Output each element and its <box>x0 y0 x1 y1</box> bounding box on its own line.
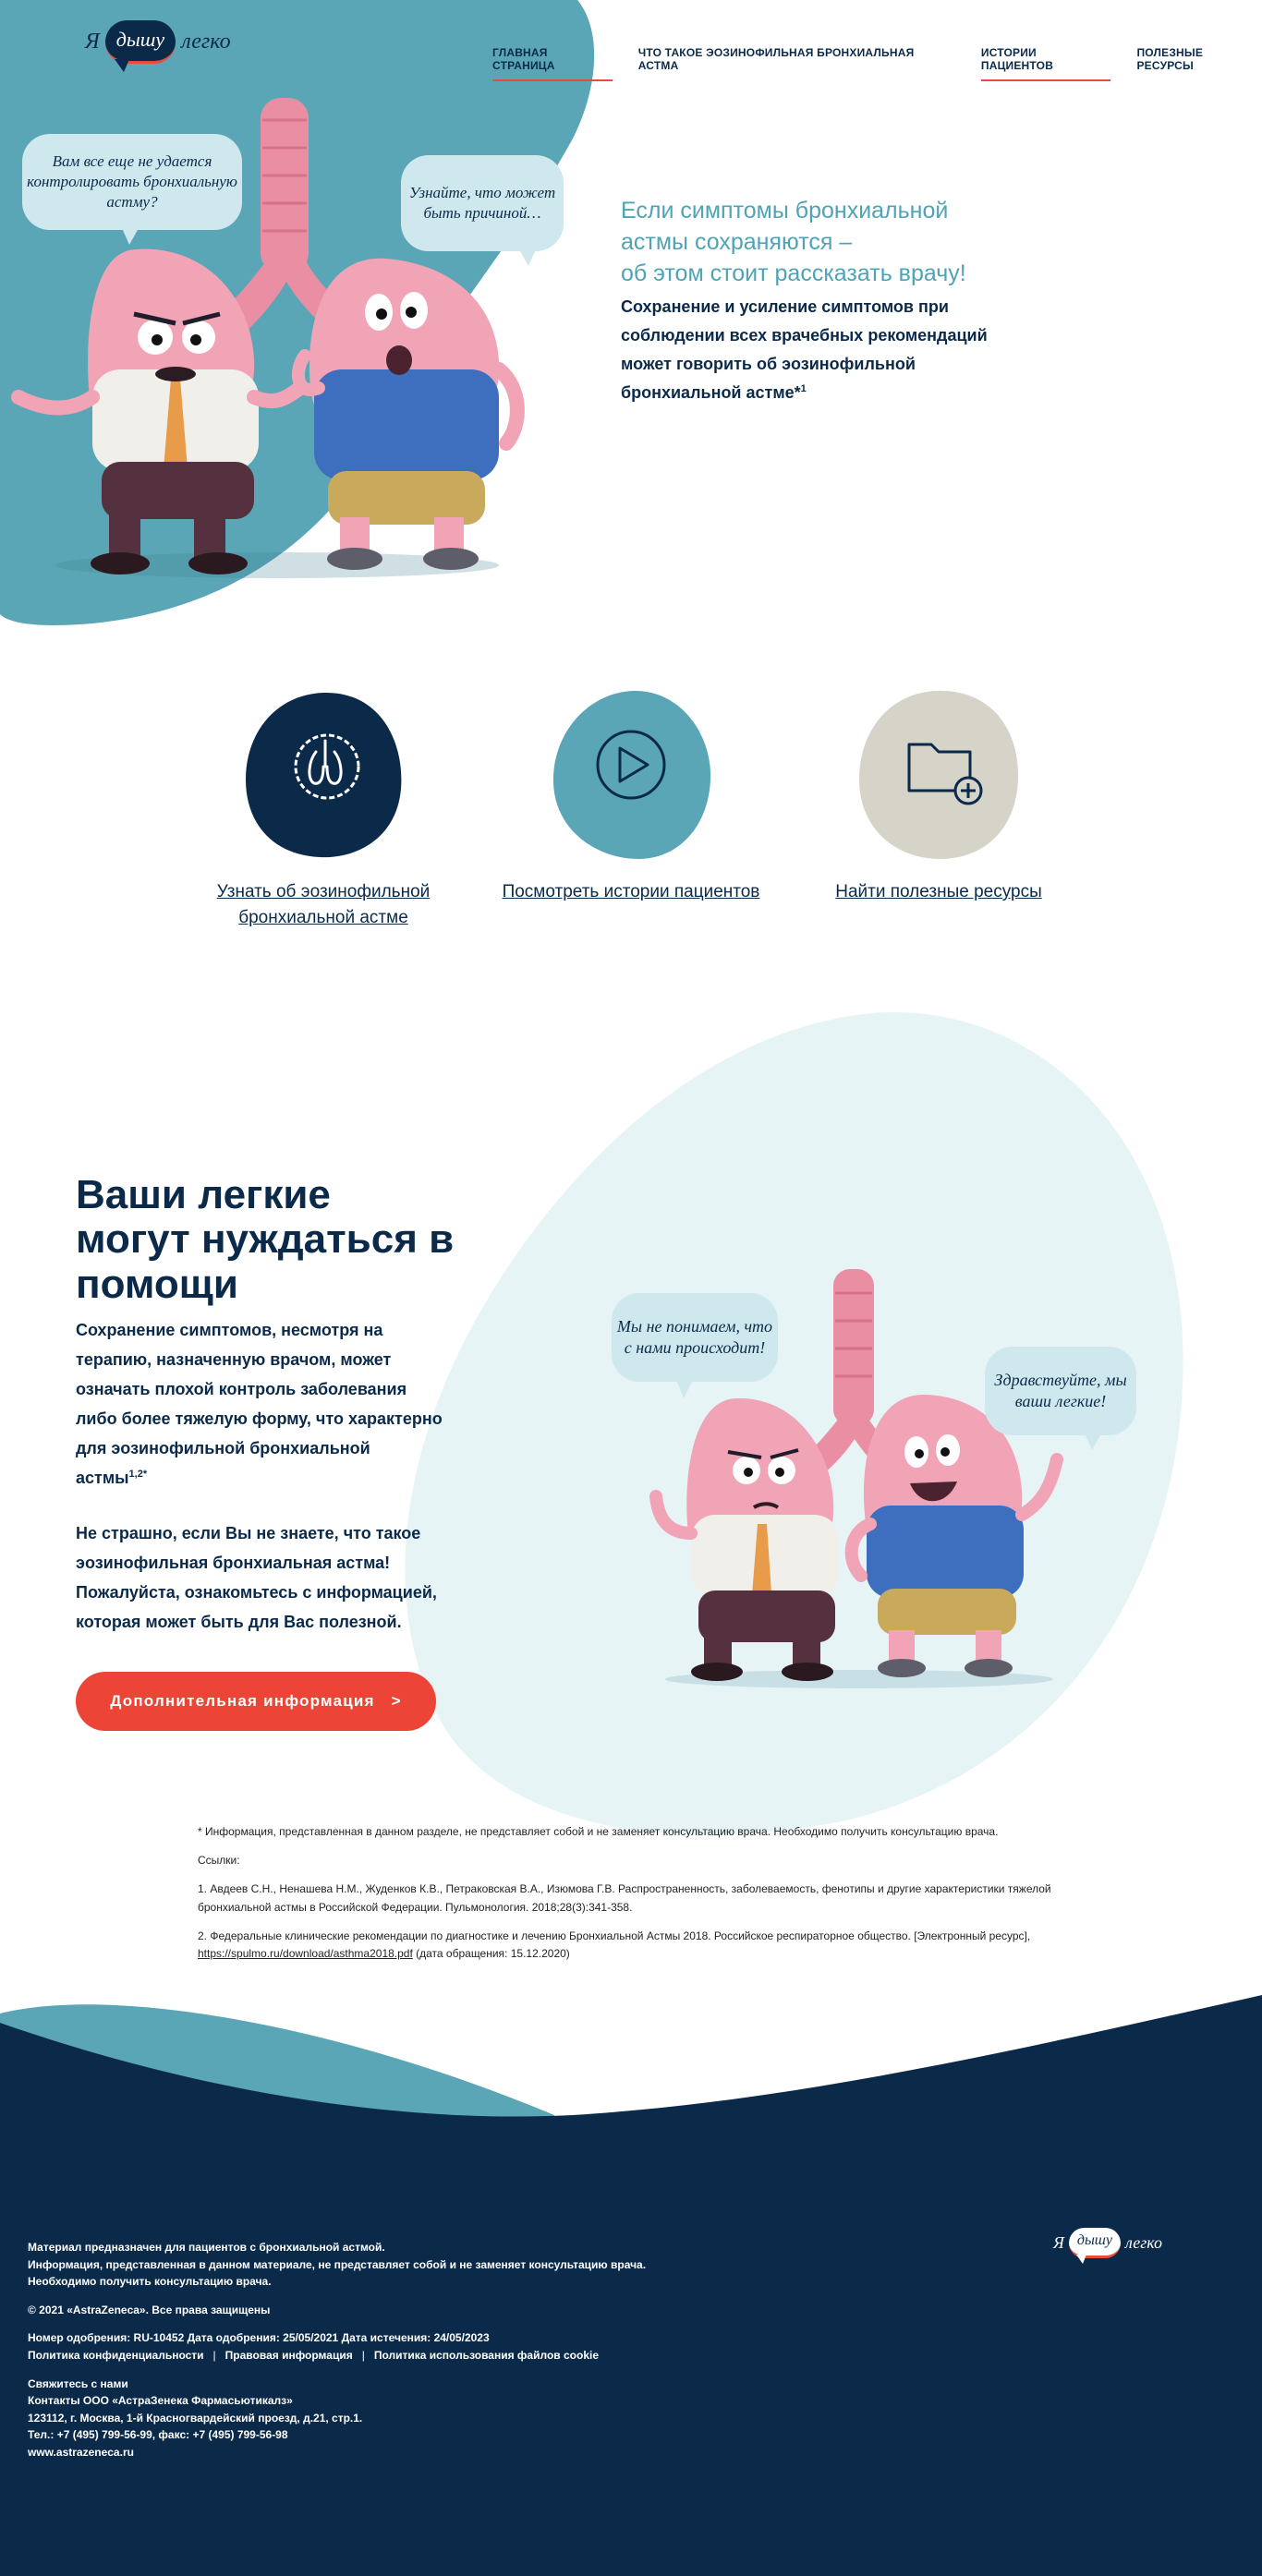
feature-asthma-link[interactable]: Узнать об эозинофильной бронхиальной аст… <box>185 879 462 930</box>
feature-asthma[interactable]: Узнать об эозинофильной бронхиальной аст… <box>185 687 462 930</box>
hero-body-line: соблюдении всех врачебных рекомендаций <box>621 326 988 345</box>
help-title-line: могут нуждаться в <box>76 1216 455 1263</box>
help-text: Сохранение симптомов, несмотря на терапи… <box>76 1315 445 1637</box>
footer-logo[interactable]: Я дышу легко <box>1053 2228 1162 2264</box>
footer-link-separator: | <box>212 2348 216 2362</box>
footer-contact-site[interactable]: www.astrazeneca.ru <box>28 2444 674 2461</box>
footer-copyright: © 2021 «AstraZeneca». Все права защищены <box>28 2303 271 2316</box>
help-speech-left-text: Мы не понимаем, что с нами происходит! <box>616 1316 773 1357</box>
hero-text: Если симптомы бронхиальной астмы сохраня… <box>621 196 1009 407</box>
footer-logo-bubble: дышу <box>1068 2228 1121 2264</box>
hero-speech-left-text: Вам все еще не удается контролировать бр… <box>27 151 237 212</box>
hero-lead-line: об этом стоит рассказать врачу! <box>621 260 966 286</box>
reference-1: 1. Авдеев С.Н., Ненашева Н.М., Жуденков … <box>198 1882 1051 1914</box>
footnote-ref: 1,2* <box>128 1469 148 1481</box>
feature-links: Узнать об эозинофильной бронхиальной аст… <box>0 687 1262 937</box>
reference-2-tail: (дата обращения: 15.12.2020) <box>412 1946 570 1960</box>
feature-asthma-label-line: Узнать об эозинофильной <box>216 882 431 901</box>
logo-bubble: дышу <box>104 20 176 72</box>
footer-links: Политика конфиденциальности | Правовая и… <box>28 2347 674 2364</box>
play-icon <box>552 690 711 859</box>
hero-body-line-text: бронхиальной астме* <box>621 383 801 403</box>
footer-contact-phone: Тел.: +7 (495) 799-56-99, факс: +7 (495)… <box>28 2428 288 2442</box>
help-speech-right-text: Здравствуйте, мы ваши легкие! <box>994 1370 1127 1410</box>
footer-contact-company: Контакты ООО «АстраЗенека Фармасьютикалз… <box>28 2394 293 2408</box>
nav-patient-stories[interactable]: ИСТОРИИ ПАЦИЕНТОВ <box>980 46 1111 81</box>
hero-body: Сохранение и усиление симптомов при собл… <box>621 293 1009 407</box>
nav-resources[interactable]: ПОЛЕЗНЫЕ РЕСУРСЫ <box>1136 46 1262 81</box>
feature-resources-link[interactable]: Найти полезные ресурсы <box>800 879 1077 905</box>
footer-logo-legko: легко <box>1124 2233 1162 2252</box>
hero-body-line: может говорить об эозинофильной <box>621 355 916 374</box>
more-info-button[interactable]: Дополнительная информация > <box>76 1672 436 1731</box>
footer-line: Необходимо получить консультацию врача. <box>28 2275 272 2289</box>
footer-wave <box>0 1995 1262 2134</box>
hero-lead-line: астмы сохраняются – <box>621 228 853 255</box>
more-info-button-label: Дополнительная информация <box>110 1692 375 1710</box>
feature-stories[interactable]: Посмотреть истории пациентов <box>492 687 770 905</box>
feature-asthma-blob <box>242 687 405 861</box>
footer-info: Материал предназначен для пациентов с бр… <box>28 2239 674 2461</box>
references: * Информация, представленная в данном ра… <box>198 1823 1075 1974</box>
feature-stories-link[interactable]: Посмотреть истории пациентов <box>492 879 770 905</box>
logo-text-ya: Я <box>85 30 100 54</box>
feature-resources-blob <box>857 687 1020 861</box>
hero-section: Вам все еще не удается контролировать бр… <box>0 0 1262 647</box>
help-speech-left: Мы не понимаем, что с нами происходит! <box>612 1293 778 1398</box>
references-heading: Ссылки: <box>198 1854 240 1868</box>
reference-2-text: 2. Федеральные клинические рекомендации … <box>198 1929 1031 1942</box>
help-paragraph-2: Не страшно, если Вы не знаете, что такое… <box>76 1524 437 1632</box>
footer-logo-ya: Я <box>1053 2233 1064 2252</box>
disclaimer-note: * Информация, представленная в данном ра… <box>198 1825 999 1838</box>
logo-text-legko: легко <box>181 30 231 54</box>
footer-link-cookie[interactable]: Политика использования файлов cookie <box>374 2347 599 2364</box>
nav-home[interactable]: ГЛАВНАЯ СТРАНИЦА <box>492 46 613 81</box>
footnote-ref: 1 <box>800 383 807 395</box>
chevron-right-icon: > <box>391 1692 402 1710</box>
feature-asthma-label-line: бронхиальной астме <box>238 907 408 927</box>
footer-link-separator: | <box>361 2348 365 2362</box>
hero-lead: Если симптомы бронхиальной астмы сохраня… <box>621 196 1009 289</box>
reference-2-link[interactable]: https://spulmo.ru/download/asthma2018.pd… <box>198 1947 413 1960</box>
help-title-line: Ваши легкие <box>76 1172 331 1217</box>
footer-contact-address: 123112, г. Москва, 1-й Красногвардейский… <box>28 2411 363 2425</box>
folder-add-icon <box>859 690 1018 859</box>
reference-2: 2. Федеральные клинические рекомендации … <box>198 1928 1075 1963</box>
lungs-badge-icon <box>246 692 402 858</box>
site-footer: Материал предназначен для пациентов с бр… <box>0 2124 1262 2576</box>
hero-speech-right: Узнайте, что может быть причиной… <box>401 155 564 266</box>
footer-link-legal[interactable]: Правовая информация <box>225 2347 353 2364</box>
help-paragraph-1: Сохранение симптомов, несмотря на терапи… <box>76 1315 445 1493</box>
help-speech-right: Здравствуйте, мы ваши легкие! <box>985 1347 1136 1450</box>
feature-stories-label: Посмотреть истории пациентов <box>502 882 760 901</box>
feature-resources-label: Найти полезные ресурсы <box>835 882 1042 901</box>
help-paragraph-1-text: Сохранение симптомов, несмотря на терапи… <box>76 1321 443 1488</box>
footer-contact-heading: Свяжитесь с нами <box>28 2376 128 2390</box>
help-title-line: помощи <box>76 1261 238 1307</box>
hero-speech-right-text: Узнайте, что может быть причиной… <box>408 183 556 222</box>
footer-approval: Номер одобрения: RU-10452 Дата одобрения… <box>28 2331 490 2345</box>
site-logo[interactable]: Я дышу легко <box>85 20 231 72</box>
hero-body-line: бронхиальной астме*1 <box>621 379 1009 407</box>
main-nav: ГЛАВНАЯ СТРАНИЦА ЧТО ТАКОЕ ЭОЗИНОФИЛЬНАЯ… <box>492 46 1262 81</box>
footer-link-privacy[interactable]: Политика конфиденциальности <box>28 2347 204 2364</box>
footer-line: Материал предназначен для пациентов с бр… <box>28 2241 385 2254</box>
hero-speech-left: Вам все еще не удается контролировать бр… <box>22 134 242 245</box>
feature-resources[interactable]: Найти полезные ресурсы <box>800 687 1077 905</box>
help-title: Ваши легкие могут нуждаться в помощи <box>76 1172 482 1307</box>
nav-what-is-asthma[interactable]: ЧТО ТАКОЕ ЭОЗИНОФИЛЬНАЯ БРОНХИАЛЬНАЯ АСТ… <box>638 46 955 81</box>
footer-line: Информация, представленная в данном мате… <box>28 2257 647 2271</box>
feature-stories-blob <box>550 687 712 861</box>
hero-body-line: Сохранение и усиление симптомов при <box>621 297 949 317</box>
hero-lead-line: Если симптомы бронхиальной <box>621 198 949 224</box>
